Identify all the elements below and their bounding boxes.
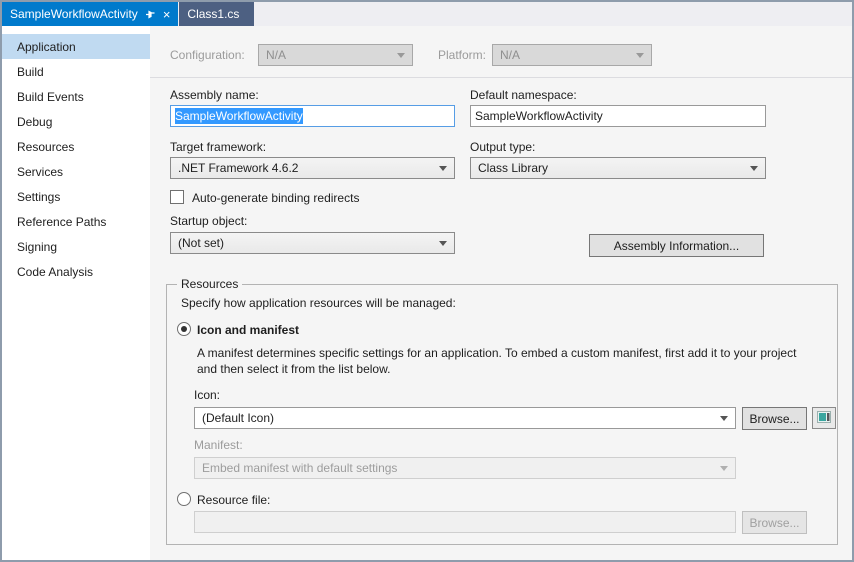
- tab-class1-cs[interactable]: Class1.cs: [179, 2, 254, 26]
- sidebar-item-code-analysis[interactable]: Code Analysis: [2, 259, 150, 284]
- startup-object-label: Startup object:: [170, 214, 247, 228]
- manifest-description: A manifest determines specific settings …: [197, 345, 817, 377]
- icon-preview-button[interactable]: [812, 407, 836, 429]
- chevron-down-icon: [720, 416, 728, 421]
- resources-description: Specify how application resources will b…: [181, 296, 456, 310]
- sidebar-item-debug[interactable]: Debug: [2, 109, 150, 134]
- selected-text: SampleWorkflowActivity: [175, 108, 303, 124]
- startup-object-dropdown[interactable]: (Not set): [170, 232, 455, 254]
- target-framework-dropdown[interactable]: .NET Framework 4.6.2: [170, 157, 455, 179]
- assembly-information-button[interactable]: Assembly Information...: [589, 234, 764, 257]
- icon-label: Icon:: [194, 388, 220, 402]
- properties-nav-sidebar: Application Build Build Events Debug Res…: [2, 26, 150, 560]
- chevron-down-icon: [636, 53, 644, 58]
- platform-dropdown: N/A: [492, 44, 652, 66]
- chevron-down-icon: [439, 166, 447, 171]
- configuration-label: Configuration:: [170, 48, 245, 62]
- resource-file-label: Resource file:: [197, 493, 270, 507]
- document-tab-bar: SampleWorkflowActivity × Class1.cs: [2, 2, 852, 26]
- manifest-label: Manifest:: [194, 438, 243, 452]
- tab-label: Class1.cs: [187, 7, 239, 21]
- default-namespace-label: Default namespace:: [470, 88, 577, 102]
- sidebar-item-reference-paths[interactable]: Reference Paths: [2, 209, 150, 234]
- sidebar-item-resources[interactable]: Resources: [2, 134, 150, 159]
- application-icon: [817, 411, 831, 426]
- manifest-dropdown: Embed manifest with default settings: [194, 457, 736, 479]
- resources-group: Resources Specify how application resour…: [166, 284, 838, 545]
- icon-browse-button[interactable]: Browse...: [742, 407, 807, 430]
- assembly-name-label: Assembly name:: [170, 88, 259, 102]
- tab-sampleworkflowactivity[interactable]: SampleWorkflowActivity ×: [2, 2, 178, 26]
- sidebar-item-application[interactable]: Application: [2, 34, 150, 59]
- tab-label: SampleWorkflowActivity: [10, 7, 138, 21]
- project-properties-window: SampleWorkflowActivity × Class1.cs Appli…: [0, 0, 854, 562]
- chevron-down-icon: [397, 53, 405, 58]
- assembly-name-input[interactable]: SampleWorkflowActivity: [170, 105, 455, 127]
- default-namespace-input[interactable]: SampleWorkflowActivity: [470, 105, 766, 127]
- platform-label: Platform:: [438, 48, 486, 62]
- icon-and-manifest-label: Icon and manifest: [197, 323, 299, 337]
- auto-generate-binding-redirects-label: Auto-generate binding redirects: [192, 191, 359, 205]
- resource-file-input: [194, 511, 736, 533]
- sidebar-item-signing[interactable]: Signing: [2, 234, 150, 259]
- resource-file-browse-button: Browse...: [742, 511, 807, 534]
- pin-icon[interactable]: [145, 9, 156, 20]
- config-separator: [150, 77, 852, 78]
- chevron-down-icon: [720, 466, 728, 471]
- resource-file-radio[interactable]: [177, 492, 191, 506]
- application-settings-panel: Configuration: N/A Platform: N/A Assembl…: [150, 26, 852, 560]
- icon-dropdown[interactable]: (Default Icon): [194, 407, 736, 429]
- sidebar-item-services[interactable]: Services: [2, 159, 150, 184]
- resources-group-title: Resources: [177, 277, 242, 291]
- sidebar-item-settings[interactable]: Settings: [2, 184, 150, 209]
- chevron-down-icon: [750, 166, 758, 171]
- sidebar-item-build[interactable]: Build: [2, 59, 150, 84]
- close-icon[interactable]: ×: [163, 8, 171, 21]
- icon-and-manifest-radio[interactable]: [177, 322, 191, 336]
- chevron-down-icon: [439, 241, 447, 246]
- output-type-label: Output type:: [470, 140, 535, 154]
- output-type-dropdown[interactable]: Class Library: [470, 157, 766, 179]
- target-framework-label: Target framework:: [170, 140, 266, 154]
- auto-generate-binding-redirects-checkbox[interactable]: [170, 190, 184, 204]
- configuration-dropdown: N/A: [258, 44, 413, 66]
- properties-body: Application Build Build Events Debug Res…: [2, 26, 852, 560]
- sidebar-item-build-events[interactable]: Build Events: [2, 84, 150, 109]
